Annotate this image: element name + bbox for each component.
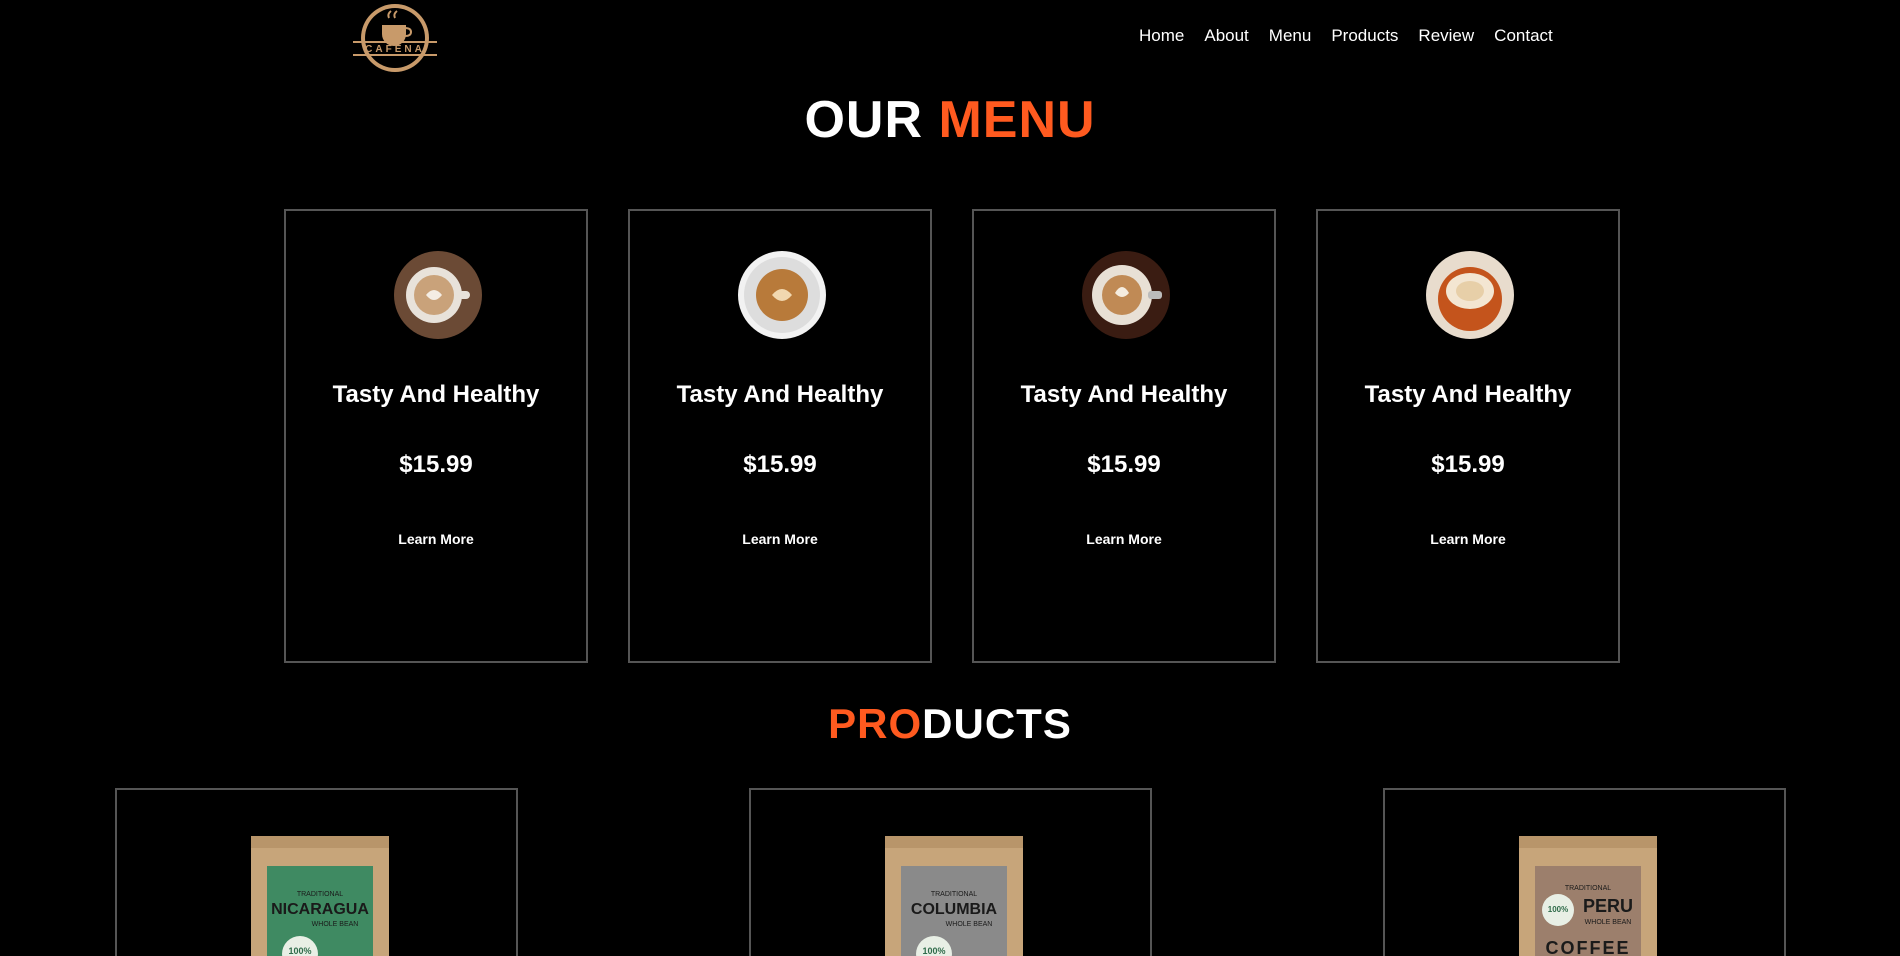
svg-text:TRADITIONAL: TRADITIONAL	[297, 891, 343, 898]
main-nav: Home About Menu Products Review Contact	[1139, 26, 1573, 46]
svg-text:PERU: PERU	[1583, 896, 1633, 916]
menu-item-name: Tasty And Healthy	[1020, 381, 1228, 408]
menu-card: Tasty And Healthy $15.99 Learn More	[284, 209, 588, 663]
coffee-bag-image: TRADITIONAL COLUMBIA WHOLE BEAN 100%	[879, 830, 1029, 956]
orange-cup-image	[1426, 251, 1514, 339]
menu-card: Tasty And Healthy $15.99 Learn More	[628, 209, 932, 663]
svg-text:100%: 100%	[922, 946, 945, 956]
svg-text:COFFEE: COFFEE	[1545, 938, 1630, 956]
menu-card: Tasty And Healthy $15.99 Learn More	[1316, 209, 1620, 663]
site-header: CAFENA Home About Menu Products Review C…	[0, 0, 1900, 90]
nav-contact[interactable]: Contact	[1494, 26, 1553, 46]
menu-item-name: Tasty And Healthy	[676, 381, 884, 408]
menu-section-title: OUR MENU	[0, 90, 1900, 150]
nav-review[interactable]: Review	[1418, 26, 1474, 46]
learn-more-link[interactable]: Learn More	[974, 531, 1274, 547]
menu-item-price: $15.99	[399, 451, 473, 478]
nav-menu[interactable]: Menu	[1269, 26, 1312, 46]
latte-cup-image	[394, 251, 482, 339]
coffee-bag-image: TRADITIONAL NICARAGUA WHOLE BEAN 100%	[245, 830, 395, 956]
coffee-bag-image: TRADITIONAL PERU WHOLE BEAN 100% COFFEE	[1513, 830, 1663, 956]
logo-text: CAFENA	[365, 44, 425, 55]
product-card[interactable]: TRADITIONAL NICARAGUA WHOLE BEAN 100%	[115, 788, 518, 956]
cafena-logo[interactable]: CAFENA	[345, 0, 445, 80]
learn-more-link[interactable]: Learn More	[630, 531, 930, 547]
svg-text:TRADITIONAL: TRADITIONAL	[1565, 885, 1611, 892]
products-section-title: PRODUCTS	[0, 700, 1900, 748]
menu-item-price: $15.99	[1087, 451, 1161, 478]
svg-text:WHOLE BEAN: WHOLE BEAN	[946, 921, 993, 928]
nav-home[interactable]: Home	[1139, 26, 1184, 46]
svg-text:NICARAGUA: NICARAGUA	[271, 901, 369, 918]
menu-card: Tasty And Healthy $15.99 Learn More	[972, 209, 1276, 663]
svg-text:WHOLE BEAN: WHOLE BEAN	[312, 921, 359, 928]
menu-item-name: Tasty And Healthy	[1364, 381, 1572, 408]
learn-more-link[interactable]: Learn More	[1318, 531, 1618, 547]
menu-item-price: $15.99	[743, 451, 817, 478]
svg-text:TRADITIONAL: TRADITIONAL	[931, 891, 977, 898]
product-card[interactable]: TRADITIONAL COLUMBIA WHOLE BEAN 100%	[749, 788, 1152, 956]
svg-text:COLUMBIA: COLUMBIA	[911, 901, 998, 918]
nav-about[interactable]: About	[1204, 26, 1248, 46]
menu-item-name: Tasty And Healthy	[332, 381, 540, 408]
product-card[interactable]: TRADITIONAL PERU WHOLE BEAN 100% COFFEE	[1383, 788, 1786, 956]
menu-item-price: $15.99	[1431, 451, 1505, 478]
products-title-white: DUCTS	[922, 700, 1072, 747]
menu-title-accent: MENU	[938, 91, 1096, 149]
nav-products[interactable]: Products	[1331, 26, 1398, 46]
svg-text:WHOLE BEAN: WHOLE BEAN	[1585, 919, 1632, 926]
learn-more-link[interactable]: Learn More	[286, 531, 586, 547]
cappuccino-cup-image	[738, 251, 826, 339]
menu-title-white: OUR	[804, 91, 939, 149]
svg-text:100%: 100%	[288, 946, 311, 956]
svg-text:100%: 100%	[1548, 905, 1568, 914]
latte-art-cup-image	[1082, 251, 1170, 339]
products-title-accent: PRO	[828, 700, 923, 747]
